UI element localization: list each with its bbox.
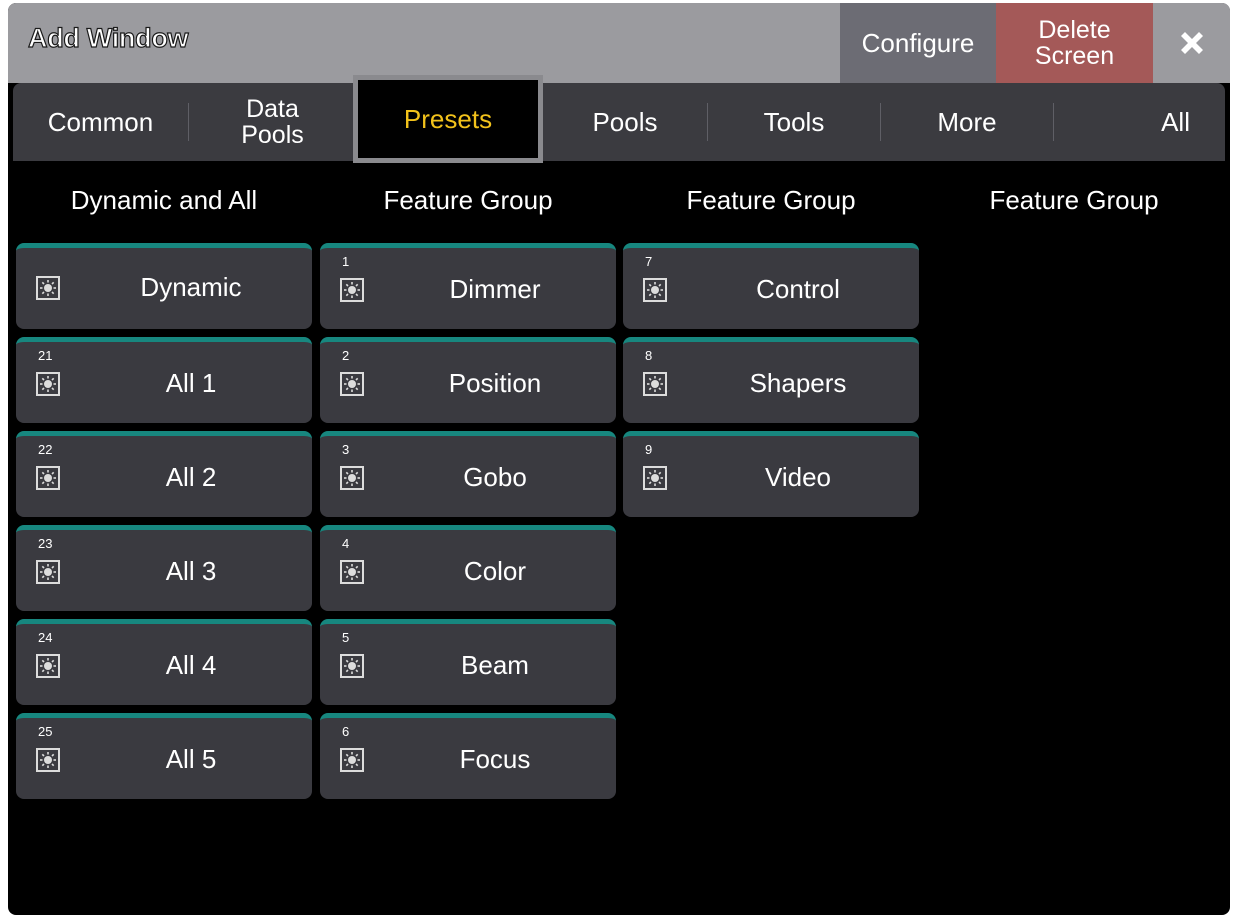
preset-button-position[interactable]: 2 Position — [320, 337, 616, 423]
preset-number: 5 — [342, 630, 350, 645]
close-button[interactable] — [1153, 3, 1230, 83]
tab-pools[interactable]: Pools — [543, 83, 707, 161]
configure-button[interactable]: Configure — [840, 3, 996, 83]
dialog-title: Add Window — [27, 22, 189, 53]
column-header: Feature Group — [989, 185, 1159, 215]
preset-label: Gobo — [463, 462, 527, 492]
preset-label: Beam — [461, 650, 529, 680]
column-header: Dynamic and All — [70, 185, 258, 215]
preset-label: Color — [463, 556, 527, 586]
preset-button-dynamic[interactable]: Dynamic — [16, 243, 312, 329]
preset-number: 3 — [342, 442, 350, 457]
preset-button-dimmer[interactable]: 1 Dimmer — [320, 243, 616, 329]
preset-label: All 5 — [165, 744, 217, 774]
preset-number: 9 — [645, 442, 653, 457]
preset-button-all-1[interactable]: 21 All 1 — [16, 337, 312, 423]
preset-label: Control — [756, 274, 840, 304]
title-bar: Add Window Configure Delete Screen — [8, 3, 1230, 83]
preset-button-color[interactable]: 4 Color — [320, 525, 616, 611]
tab-common[interactable]: Common — [13, 83, 188, 161]
preset-label: Position — [448, 368, 542, 398]
preset-button-video[interactable]: 9 Video — [623, 431, 919, 517]
preset-number: 6 — [342, 724, 350, 739]
preset-number: 21 — [38, 348, 53, 363]
add-window-dialog: Add Window Configure Delete Screen Commo… — [8, 3, 1230, 915]
preset-number: 8 — [645, 348, 653, 363]
preset-number: 7 — [645, 254, 653, 269]
preset-button-all-3[interactable]: 23 All 3 — [16, 525, 312, 611]
preset-button-focus[interactable]: 6 Focus — [320, 713, 616, 799]
tab-more[interactable]: More — [881, 83, 1053, 161]
preset-button-all-2[interactable]: 22 All 2 — [16, 431, 312, 517]
preset-button-gobo[interactable]: 3 Gobo — [320, 431, 616, 517]
preset-button-all-5[interactable]: 25 All 5 — [16, 713, 312, 799]
preset-number: 23 — [38, 536, 53, 551]
preset-button-shapers[interactable]: 8 Shapers — [623, 337, 919, 423]
preset-label: All 1 — [165, 368, 217, 398]
preset-label: All 2 — [165, 462, 217, 492]
tab-tools[interactable]: Tools — [708, 83, 880, 161]
preset-button-beam[interactable]: 5 Beam — [320, 619, 616, 705]
preset-number: 4 — [342, 536, 350, 551]
preset-label: All 3 — [165, 556, 217, 586]
preset-label: Focus — [459, 744, 531, 774]
column-header: Feature Group — [686, 185, 856, 215]
tab-all[interactable]: All — [1054, 83, 1225, 161]
preset-number: 25 — [38, 724, 53, 739]
delete-screen-button[interactable]: Delete Screen — [996, 3, 1153, 83]
tab-presets[interactable]: Presets — [353, 75, 543, 163]
preset-label: Dynamic — [140, 272, 242, 302]
preset-label: All 4 — [165, 650, 217, 680]
preset-number: 24 — [38, 630, 53, 645]
tab-data-pools[interactable]: Data Pools — [189, 83, 356, 161]
preset-number: 22 — [38, 442, 53, 457]
preset-label: Video — [764, 462, 832, 492]
tab-bar: Common Data Pools Presets Pools Tools Mo… — [13, 75, 1225, 163]
preset-label: Dimmer — [449, 274, 541, 304]
column-header: Feature Group — [383, 185, 553, 215]
close-icon — [1180, 32, 1203, 54]
preset-number: 2 — [342, 348, 350, 363]
preset-button-control[interactable]: 7 Control — [623, 243, 919, 329]
preset-label: Shapers — [749, 368, 847, 398]
preset-number: 1 — [342, 254, 350, 269]
preset-button-all-4[interactable]: 24 All 4 — [16, 619, 312, 705]
